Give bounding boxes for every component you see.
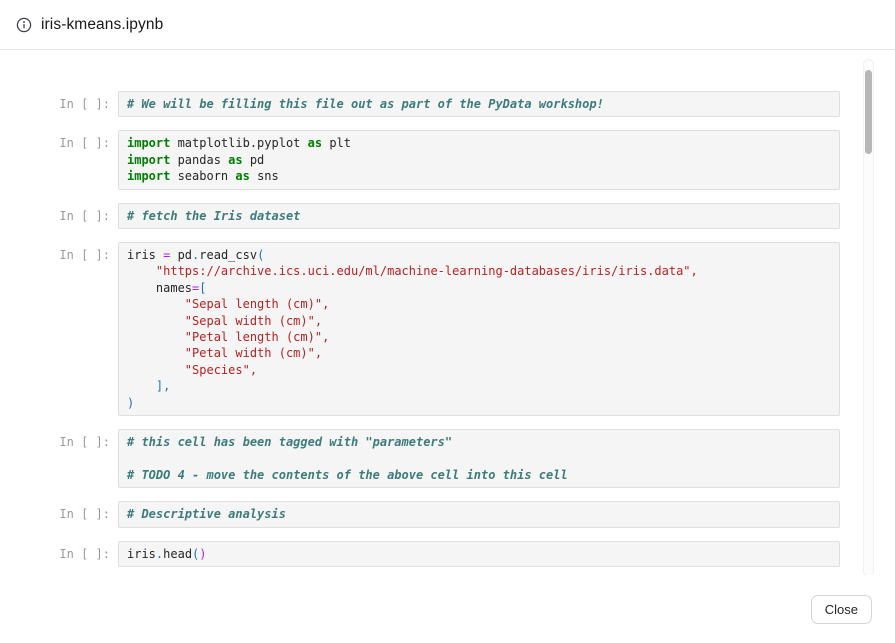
notebook-cell: In [ ]: # Descriptive analysis	[0, 501, 840, 527]
cell-code: # We will be filling this file out as pa…	[118, 91, 840, 117]
notebook-preview-modal: iris-kmeans.ipynb In [ ]: # We will be fi…	[0, 0, 895, 643]
cell-prompt: In [ ]:	[0, 242, 118, 262]
cell-prompt: In [ ]:	[0, 91, 118, 111]
code-line: names=[	[127, 280, 831, 296]
cell-code: import matplotlib.pyplot as pltimport pa…	[118, 130, 840, 189]
cell-prompt: In [ ]:	[0, 541, 118, 561]
code-line: "https://archive.ics.uci.edu/ml/machine-…	[127, 263, 831, 279]
code-line: # fetch the Iris dataset	[127, 208, 831, 224]
close-button[interactable]: Close	[811, 595, 872, 624]
notebook-cell: In [ ]: # this cell has been tagged with …	[0, 429, 840, 488]
code-line: "Sepal width (cm)",	[127, 313, 831, 329]
code-line: # Descriptive analysis	[127, 506, 831, 522]
code-line: # TODO 4 - move the contents of the abov…	[127, 467, 831, 483]
info-icon	[16, 17, 32, 33]
cell-code: iris = pd.read_csv( "https://archive.ics…	[118, 242, 840, 416]
code-line: )	[127, 395, 831, 411]
cell-code: # Descriptive analysis	[118, 501, 840, 527]
notebook-cell: In [ ]:import matplotlib.pyplot as pltim…	[0, 130, 840, 189]
code-line: import matplotlib.pyplot as plt	[127, 135, 831, 151]
code-line: "Petal width (cm)",	[127, 345, 831, 361]
code-line: # We will be filling this file out as pa…	[127, 96, 831, 112]
modal-header: iris-kmeans.ipynb	[0, 0, 895, 50]
notebook-cell: In [ ]: iris.head()	[0, 541, 840, 567]
code-line: "Species",	[127, 362, 831, 378]
scrollbar-thumb[interactable]	[865, 70, 872, 154]
cell-code: # fetch the Iris dataset	[118, 203, 840, 229]
cell-prompt: In [ ]:	[0, 429, 118, 449]
notebook-cell: In [ ]: # fetch the Iris dataset	[0, 203, 840, 229]
notebook-cell: In [ ]:iris = pd.read_csv( "https://arch…	[0, 242, 840, 416]
code-line: import pandas as pd	[127, 152, 831, 168]
notebook-filename: iris-kmeans.ipynb	[41, 16, 163, 34]
cell-code: # this cell has been tagged with "parame…	[118, 429, 840, 488]
notebook-scroll-area[interactable]: In [ ]: # We will be filling this file ou…	[0, 50, 895, 575]
cell-prompt: In [ ]:	[0, 130, 118, 150]
cell-prompt: In [ ]:	[0, 501, 118, 521]
code-line: "Petal length (cm)",	[127, 329, 831, 345]
notebook-cell: In [ ]: # We will be filling this file ou…	[0, 91, 840, 117]
code-line: import seaborn as sns	[127, 168, 831, 184]
scrollbar-track[interactable]	[863, 59, 874, 575]
code-line	[127, 451, 831, 467]
cell-prompt: In [ ]:	[0, 203, 118, 223]
code-line: iris.head()	[127, 546, 831, 562]
code-line: ],	[127, 378, 831, 394]
modal-footer: Close	[0, 575, 895, 643]
notebook-cells: In [ ]: # We will be filling this file ou…	[0, 91, 895, 567]
code-line: # this cell has been tagged with "parame…	[127, 434, 831, 450]
cell-code: iris.head()	[118, 541, 840, 567]
code-line: iris = pd.read_csv(	[127, 247, 831, 263]
code-line: "Sepal length (cm)",	[127, 296, 831, 312]
